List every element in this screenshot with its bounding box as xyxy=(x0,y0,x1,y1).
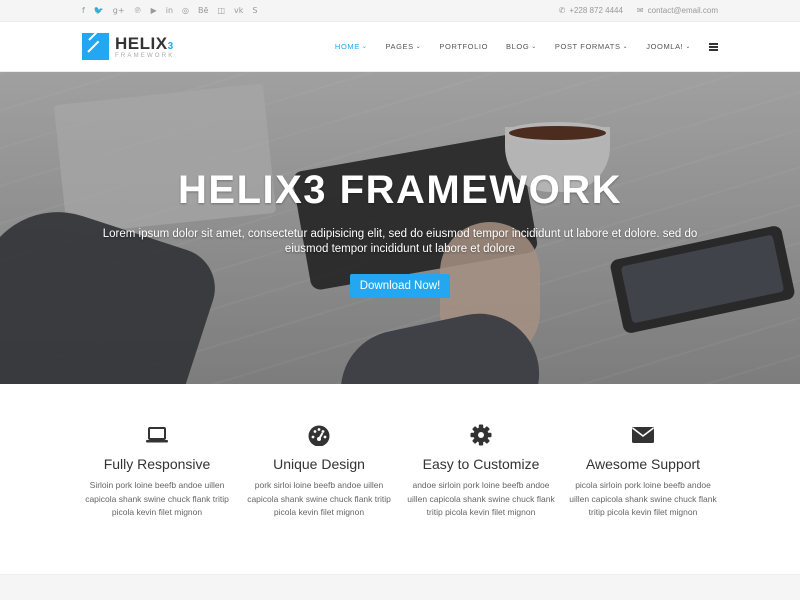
chevron-down-icon: ⌄ xyxy=(361,44,368,50)
nav-item-blog[interactable]: BLOG ⌄ xyxy=(506,42,537,51)
feature-title: Awesome Support xyxy=(585,456,701,472)
feature-title: Easy to Customize xyxy=(422,456,540,472)
facebook-icon[interactable]: f xyxy=(82,6,85,15)
nav-item-joomla[interactable]: JOOMLA! ⌄ xyxy=(646,42,691,51)
site-logo[interactable]: HELIX3 FRAMEWORK xyxy=(82,33,174,60)
feature-title: Fully Responsive xyxy=(103,456,211,472)
chevron-down-icon: ⌄ xyxy=(531,44,537,50)
feature-text: picola sirloin pork loine beefb andoe ui… xyxy=(569,480,717,517)
nav-item-pages[interactable]: PAGES ⌄ xyxy=(385,42,421,51)
vk-icon[interactable]: vk xyxy=(234,6,243,15)
nav-label: POST FORMATS xyxy=(554,42,621,51)
feature-text: pork sirloi loine beefb andoe uillen cap… xyxy=(247,480,391,517)
feature-item: Unique Design pork sirloi loine beefb an… xyxy=(244,424,394,574)
pinterest-icon[interactable]: ℗ xyxy=(134,6,142,15)
feature-item: Awesome Support picola sirloin pork loin… xyxy=(568,424,718,574)
youtube-icon[interactable]: ▶ xyxy=(151,6,157,15)
hero-banner: HELIX3 FRAMEWORK Lorem ipsum dolor sit a… xyxy=(0,72,800,384)
phone-contact: ✆ +228 872 4444 xyxy=(559,6,623,15)
skype-icon[interactable]: S xyxy=(252,6,257,15)
flickr-icon[interactable]: ◫ xyxy=(217,6,225,15)
envelope-icon: ✉ xyxy=(636,6,644,15)
logo-version: 3 xyxy=(167,40,174,52)
next-section-strip xyxy=(0,574,800,600)
email-contact[interactable]: ✉ contact@email.com xyxy=(637,6,718,15)
social-links: f 🐦 g+ ℗ ▶ in ◎ Bē ◫ vk S xyxy=(82,6,257,15)
offcanvas-menu-icon[interactable] xyxy=(709,42,718,51)
google-plus-icon[interactable]: g+ xyxy=(113,6,125,15)
hero-content: HELIX3 FRAMEWORK Lorem ipsum dolor sit a… xyxy=(0,168,800,298)
logo-subtitle: FRAMEWORK xyxy=(115,52,175,59)
feature-item: Easy to Customize andoe sirloin pork loi… xyxy=(406,424,556,574)
feature-text: Sirloin pork loine beefb andoe uillen ca… xyxy=(85,480,229,517)
envelope-icon xyxy=(568,424,718,446)
nav-label: PAGES xyxy=(385,42,414,51)
hero-description: Lorem ipsum dolor sit amet, consectetur … xyxy=(102,228,698,255)
chevron-down-icon: ⌄ xyxy=(622,44,629,50)
dribbble-icon[interactable]: ◎ xyxy=(182,6,189,15)
linkedin-icon[interactable]: in xyxy=(166,6,173,15)
feature-title: Unique Design xyxy=(273,456,365,472)
top-bar: f 🐦 g+ ℗ ▶ in ◎ Bē ◫ vk S ✆ +228 872 444… xyxy=(0,0,800,22)
features-section: Fully Responsive Sirloin pork loine beef… xyxy=(0,384,800,574)
feature-item: Fully Responsive Sirloin pork loine beef… xyxy=(82,424,232,574)
nav-item-home[interactable]: HOME ⌄ xyxy=(335,42,368,51)
logo-title-text: HELIX xyxy=(115,33,168,53)
feature-text: andoe sirloin pork loine beefb andoe uil… xyxy=(407,480,555,517)
chevron-down-icon: ⌄ xyxy=(415,44,422,50)
dashboard-icon xyxy=(244,424,394,446)
logo-mark-icon xyxy=(82,33,109,60)
contact-info: ✆ +228 872 4444 ✉ contact@email.com xyxy=(559,6,718,15)
chevron-down-icon: ⌄ xyxy=(685,44,691,50)
nav-item-post-formats[interactable]: POST FORMATS ⌄ xyxy=(555,42,628,51)
main-nav: HOME ⌄ PAGES ⌄ PORTFOLIO BLOG ⌄ POST FORMAT… xyxy=(335,42,718,51)
email-address[interactable]: contact@email.com xyxy=(648,6,718,15)
nav-label: BLOG xyxy=(506,42,530,51)
main-header: HELIX3 FRAMEWORK HOME ⌄ PAGES ⌄ PORTFOLIO … xyxy=(0,22,800,72)
twitter-icon[interactable]: 🐦 xyxy=(94,6,104,15)
behance-icon[interactable]: Bē xyxy=(198,6,208,15)
logo-title: HELIX3 xyxy=(115,35,174,52)
hero-title: HELIX3 FRAMEWORK xyxy=(178,168,622,212)
logo-text: HELIX3 FRAMEWORK xyxy=(115,35,174,59)
nav-label: JOOMLA! xyxy=(646,42,684,51)
nav-label: HOME xyxy=(334,42,360,51)
gear-icon xyxy=(406,424,556,446)
nav-item-portfolio[interactable]: PORTFOLIO xyxy=(439,42,488,51)
phone-icon: ✆ xyxy=(558,6,566,15)
nav-label: PORTFOLIO xyxy=(439,42,489,51)
laptop-icon xyxy=(82,424,232,446)
download-button[interactable]: Download Now! xyxy=(349,274,451,298)
phone-number: +228 872 4444 xyxy=(569,6,623,15)
